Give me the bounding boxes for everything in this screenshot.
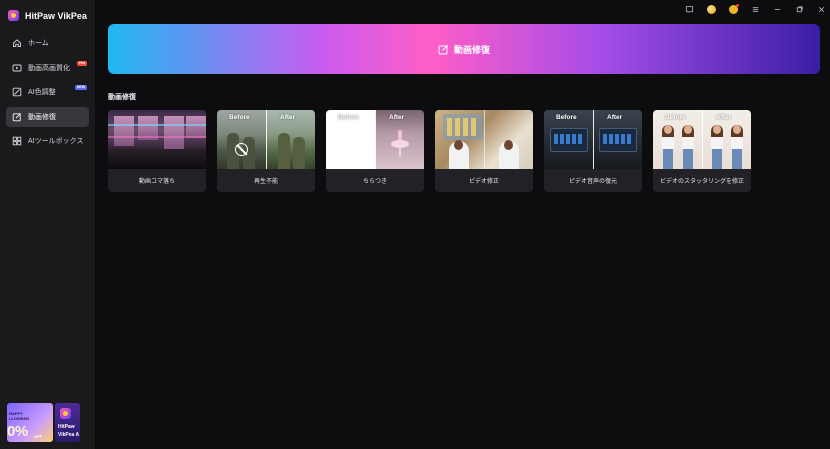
card-flicker[interactable]: Before After ちらつき bbox=[326, 110, 424, 192]
sidebar-nav: ホーム 動画高画質化 Hot AI色調整 NEW 動画修復 AIツールボックス bbox=[6, 33, 89, 156]
sidebar-item-label: 動画修復 bbox=[28, 113, 56, 121]
card-label: 再生不能 bbox=[253, 179, 278, 185]
section-title: 動画修復 bbox=[108, 94, 136, 101]
color-adjust-icon bbox=[12, 87, 22, 97]
app-promo-card[interactable]: HitPaw VikPea A bbox=[55, 403, 80, 442]
card-thumbnail: Before After bbox=[217, 110, 315, 169]
video-repair-banner-button[interactable]: 動画修復 bbox=[108, 24, 820, 74]
user-icon[interactable] bbox=[728, 3, 739, 14]
maximize-icon[interactable] bbox=[794, 4, 804, 14]
sidebar: HitPaw VikPea ホーム 動画高画質化 Hot AI色調整 NEW 動… bbox=[0, 0, 95, 449]
promo-line: LLOWEEN bbox=[9, 416, 29, 421]
sidebar-item-label: AI色調整 bbox=[28, 89, 56, 96]
sidebar-item-home[interactable]: ホーム bbox=[6, 33, 89, 53]
after-tag: After bbox=[389, 114, 405, 121]
unplayable-icon bbox=[235, 143, 248, 156]
sidebar-item-ai-color[interactable]: AI色調整 NEW bbox=[6, 82, 89, 102]
card-label: ちらつき bbox=[362, 179, 387, 185]
sidebar-item-label: ホーム bbox=[28, 40, 49, 47]
after-tag: After bbox=[280, 114, 296, 121]
minimize-icon[interactable] bbox=[772, 4, 782, 14]
edit-icon bbox=[438, 44, 449, 55]
after-tag: After bbox=[716, 114, 732, 121]
sidebar-item-ai-toolbox[interactable]: AIツールボックス bbox=[6, 131, 89, 151]
sidebar-item-label: AIツールボックス bbox=[28, 138, 84, 145]
hot-badge: Hot bbox=[77, 60, 87, 66]
card-label: ピデオ音声の復元 bbox=[568, 179, 617, 185]
close-icon[interactable] bbox=[816, 4, 826, 14]
new-badge: NEW bbox=[74, 85, 87, 90]
menu-icon[interactable] bbox=[750, 4, 760, 14]
before-tag: Before bbox=[338, 114, 359, 121]
card-label: 動画コマ落ち bbox=[138, 179, 175, 185]
banner-label: 動画修復 bbox=[453, 44, 490, 55]
app-name: HitPaw VikPea bbox=[25, 10, 87, 21]
card-frame-drop[interactable]: 動画コマ落ち bbox=[108, 110, 206, 192]
app-card-title: HitPaw bbox=[58, 424, 75, 430]
card-thumbnail: Before After bbox=[544, 110, 642, 169]
promo-off: OFF bbox=[34, 434, 42, 439]
card-video-fix[interactable]: ピデオ修正 bbox=[435, 110, 533, 192]
sidebar-item-video-enhance[interactable]: 動画高画質化 Hot bbox=[6, 58, 89, 78]
halloween-promo-banner[interactable]: HAPPY LLOWEEN 0% OFF bbox=[7, 403, 53, 442]
edit-icon bbox=[12, 112, 22, 122]
before-tag: Before bbox=[556, 114, 577, 121]
sidebar-item-video-repair[interactable]: 動画修復 bbox=[6, 106, 89, 127]
video-play-icon bbox=[12, 63, 22, 73]
card-unplayable[interactable]: Before After 再生不能 bbox=[217, 110, 315, 192]
card-thumbnail: Before After bbox=[653, 110, 751, 169]
before-tag: Before bbox=[229, 114, 250, 121]
card-thumbnail bbox=[435, 110, 533, 169]
before-tag: Before bbox=[665, 114, 686, 121]
promo-discount: 0% bbox=[7, 423, 28, 440]
card-label: ビデオのスタッタリングを修正 bbox=[659, 179, 744, 185]
feedback-icon[interactable] bbox=[684, 4, 694, 14]
card-stutter-fix[interactable]: Before After ビデオのスタッタリングを修正 bbox=[653, 110, 751, 192]
app-logo-icon bbox=[60, 408, 71, 419]
titlebar bbox=[684, 3, 826, 15]
repair-feature-cards: 動画コマ落ち Before After 再生不能 Before After ちら… bbox=[108, 110, 751, 192]
brand: HitPaw VikPea bbox=[8, 10, 87, 21]
card-thumbnail bbox=[108, 110, 206, 169]
home-icon bbox=[12, 38, 22, 48]
sidebar-item-label: 動画高画質化 bbox=[28, 64, 70, 72]
card-thumbnail: Before After bbox=[326, 110, 424, 169]
card-label: ピデオ修正 bbox=[468, 179, 499, 185]
card-audio-restore[interactable]: Before After ピデオ音声の復元 bbox=[544, 110, 642, 192]
app-logo-icon bbox=[8, 10, 19, 21]
avatar-icon[interactable] bbox=[706, 4, 716, 14]
after-tag: After bbox=[607, 114, 623, 121]
app-card-subtitle: VikPea A bbox=[58, 432, 80, 438]
toolbox-icon bbox=[12, 136, 22, 146]
